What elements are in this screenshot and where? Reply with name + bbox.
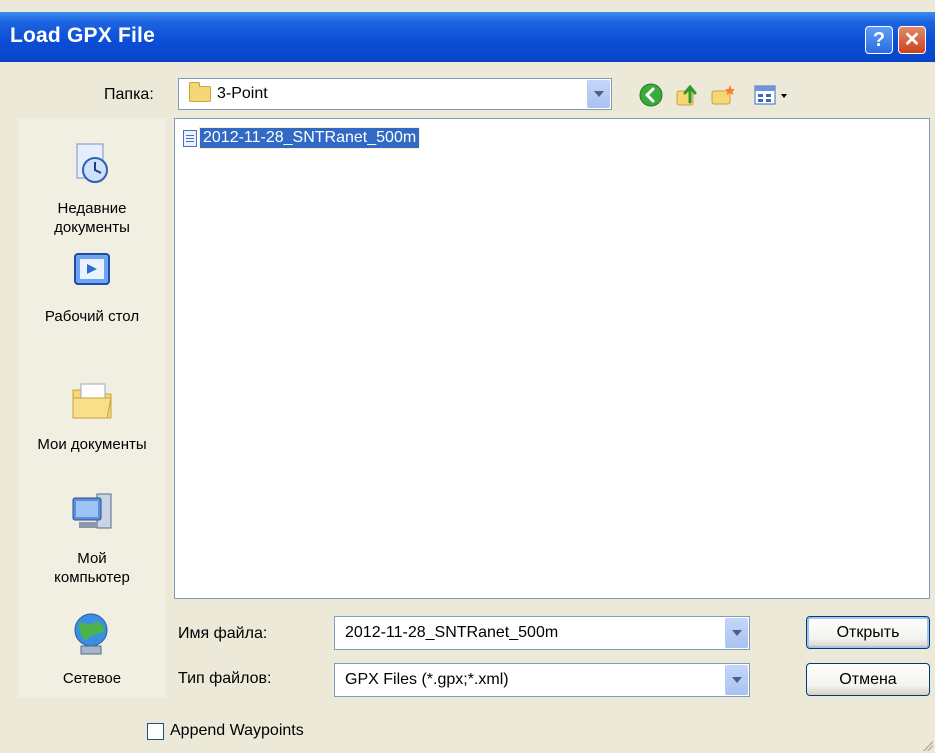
- recent-documents-icon: [76, 143, 108, 183]
- filetype-select[interactable]: GPX Files (*.gpx;*.xml): [334, 663, 750, 697]
- place-my-computer-label: Мой компьютер: [54, 550, 130, 586]
- filename-value: 2012-11-28_SNTRanet_500m: [345, 624, 559, 641]
- lookin-combo[interactable]: 3-Point: [178, 78, 612, 110]
- network-icon: [74, 613, 108, 655]
- my-computer-icon: [72, 493, 112, 529]
- append-waypoints-label[interactable]: Append Waypoints: [170, 722, 304, 740]
- place-recent[interactable]: Недавние документы: [18, 140, 166, 237]
- desktop-icon: [74, 253, 110, 285]
- chevron-down-icon[interactable]: [725, 665, 748, 695]
- folder-icon: [189, 81, 211, 102]
- window-title: Load GPX File: [10, 24, 155, 47]
- chevron-down-icon[interactable]: [587, 80, 610, 108]
- file-item[interactable]: 2012-11-28_SNTRanet_500m: [183, 127, 421, 149]
- place-network[interactable]: Сетевое: [18, 610, 166, 688]
- file-list[interactable]: 2012-11-28_SNTRanet_500m: [174, 118, 930, 599]
- up-folder-icon[interactable]: [674, 82, 700, 108]
- lookin-value: 3-Point: [217, 85, 268, 102]
- append-waypoints-checkbox[interactable]: [147, 723, 164, 740]
- filename-label: Имя файла:: [178, 625, 268, 642]
- help-button[interactable]: ?: [865, 26, 893, 54]
- title-bar[interactable]: Load GPX File ? ✕: [0, 12, 935, 62]
- lookin-label: Папка:: [104, 86, 154, 103]
- places-bar: Недавние документы Рабочий стол Мои доку…: [18, 118, 166, 698]
- close-button[interactable]: ✕: [898, 26, 926, 54]
- place-my-documents-label: Мои документы: [37, 436, 147, 453]
- place-network-label: Сетевое: [62, 670, 122, 687]
- resize-grip[interactable]: [923, 741, 933, 751]
- filetype-value: GPX Files (*.gpx;*.xml): [345, 671, 509, 688]
- open-button[interactable]: Открыть: [806, 616, 930, 649]
- place-desktop-label: Рабочий стол: [44, 308, 140, 325]
- place-my-documents[interactable]: Мои документы: [18, 376, 166, 454]
- my-documents-icon: [72, 383, 112, 419]
- place-my-computer[interactable]: Мой компьютер: [18, 490, 166, 587]
- place-recent-label: Недавние документы: [54, 200, 130, 236]
- view-menu-icon[interactable]: [752, 82, 792, 108]
- filetype-label: Тип файлов:: [178, 670, 272, 687]
- new-folder-icon[interactable]: [710, 82, 736, 108]
- chevron-down-icon[interactable]: [725, 618, 748, 648]
- file-icon: [183, 129, 197, 147]
- cancel-button[interactable]: Отмена: [806, 663, 930, 696]
- back-icon[interactable]: [638, 82, 664, 108]
- filename-input[interactable]: 2012-11-28_SNTRanet_500m: [334, 616, 750, 650]
- place-desktop[interactable]: Рабочий стол: [18, 248, 166, 326]
- file-name: 2012-11-28_SNTRanet_500m: [198, 127, 421, 149]
